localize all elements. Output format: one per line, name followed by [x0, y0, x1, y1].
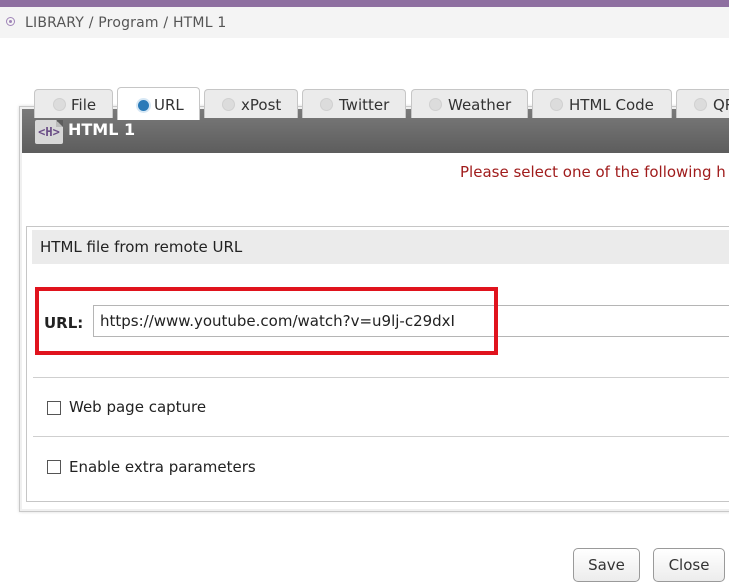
web-capture-label: Web page capture	[69, 398, 207, 416]
tab-label: HTML Code	[569, 96, 654, 114]
tab-html-code[interactable]: HTML Code	[532, 89, 672, 118]
top-accent-bar	[0, 0, 729, 7]
panel-heading: HTML file from remote URL	[40, 238, 243, 256]
radio-icon	[53, 98, 66, 111]
breadcrumb-dot-icon	[6, 17, 15, 26]
radio-icon	[694, 98, 707, 111]
divider	[33, 377, 729, 378]
breadcrumb[interactable]: LIBRARY / Program / HTML 1	[25, 15, 226, 31]
tab-label: Weather	[448, 96, 512, 114]
tab-url[interactable]: URL	[117, 87, 200, 120]
radio-icon	[550, 98, 563, 111]
radio-icon	[320, 98, 333, 111]
tab-label: xPost	[241, 96, 282, 114]
tab-label: Twitter	[339, 96, 390, 114]
url-highlight-box	[35, 287, 498, 355]
tab-qr[interactable]: QR	[676, 89, 729, 118]
radio-icon	[429, 98, 442, 111]
html-file-icon: <H>	[35, 120, 63, 144]
tab-weather[interactable]: Weather	[411, 89, 528, 118]
extra-params-label: Enable extra parameters	[69, 458, 256, 476]
extra-params-checkbox[interactable]	[47, 460, 61, 474]
breadcrumb-bar: LIBRARY / Program / HTML 1	[0, 7, 729, 38]
tab-label: URL	[154, 96, 184, 114]
dialog-title: HTML 1	[68, 120, 136, 139]
selection-notice: Please select one of the following h	[460, 163, 726, 181]
tab-xpost[interactable]: xPost	[204, 89, 298, 118]
save-button[interactable]: Save	[573, 548, 640, 582]
tab-label: QR	[713, 96, 729, 114]
radio-icon	[222, 98, 235, 111]
tab-twitter[interactable]: Twitter	[302, 89, 406, 118]
close-button[interactable]: Close	[653, 548, 725, 582]
web-capture-checkbox[interactable]	[47, 401, 61, 415]
divider	[33, 436, 729, 437]
radio-selected-icon	[136, 98, 151, 113]
tab-file[interactable]: File	[34, 89, 113, 118]
tab-label: File	[71, 96, 97, 114]
